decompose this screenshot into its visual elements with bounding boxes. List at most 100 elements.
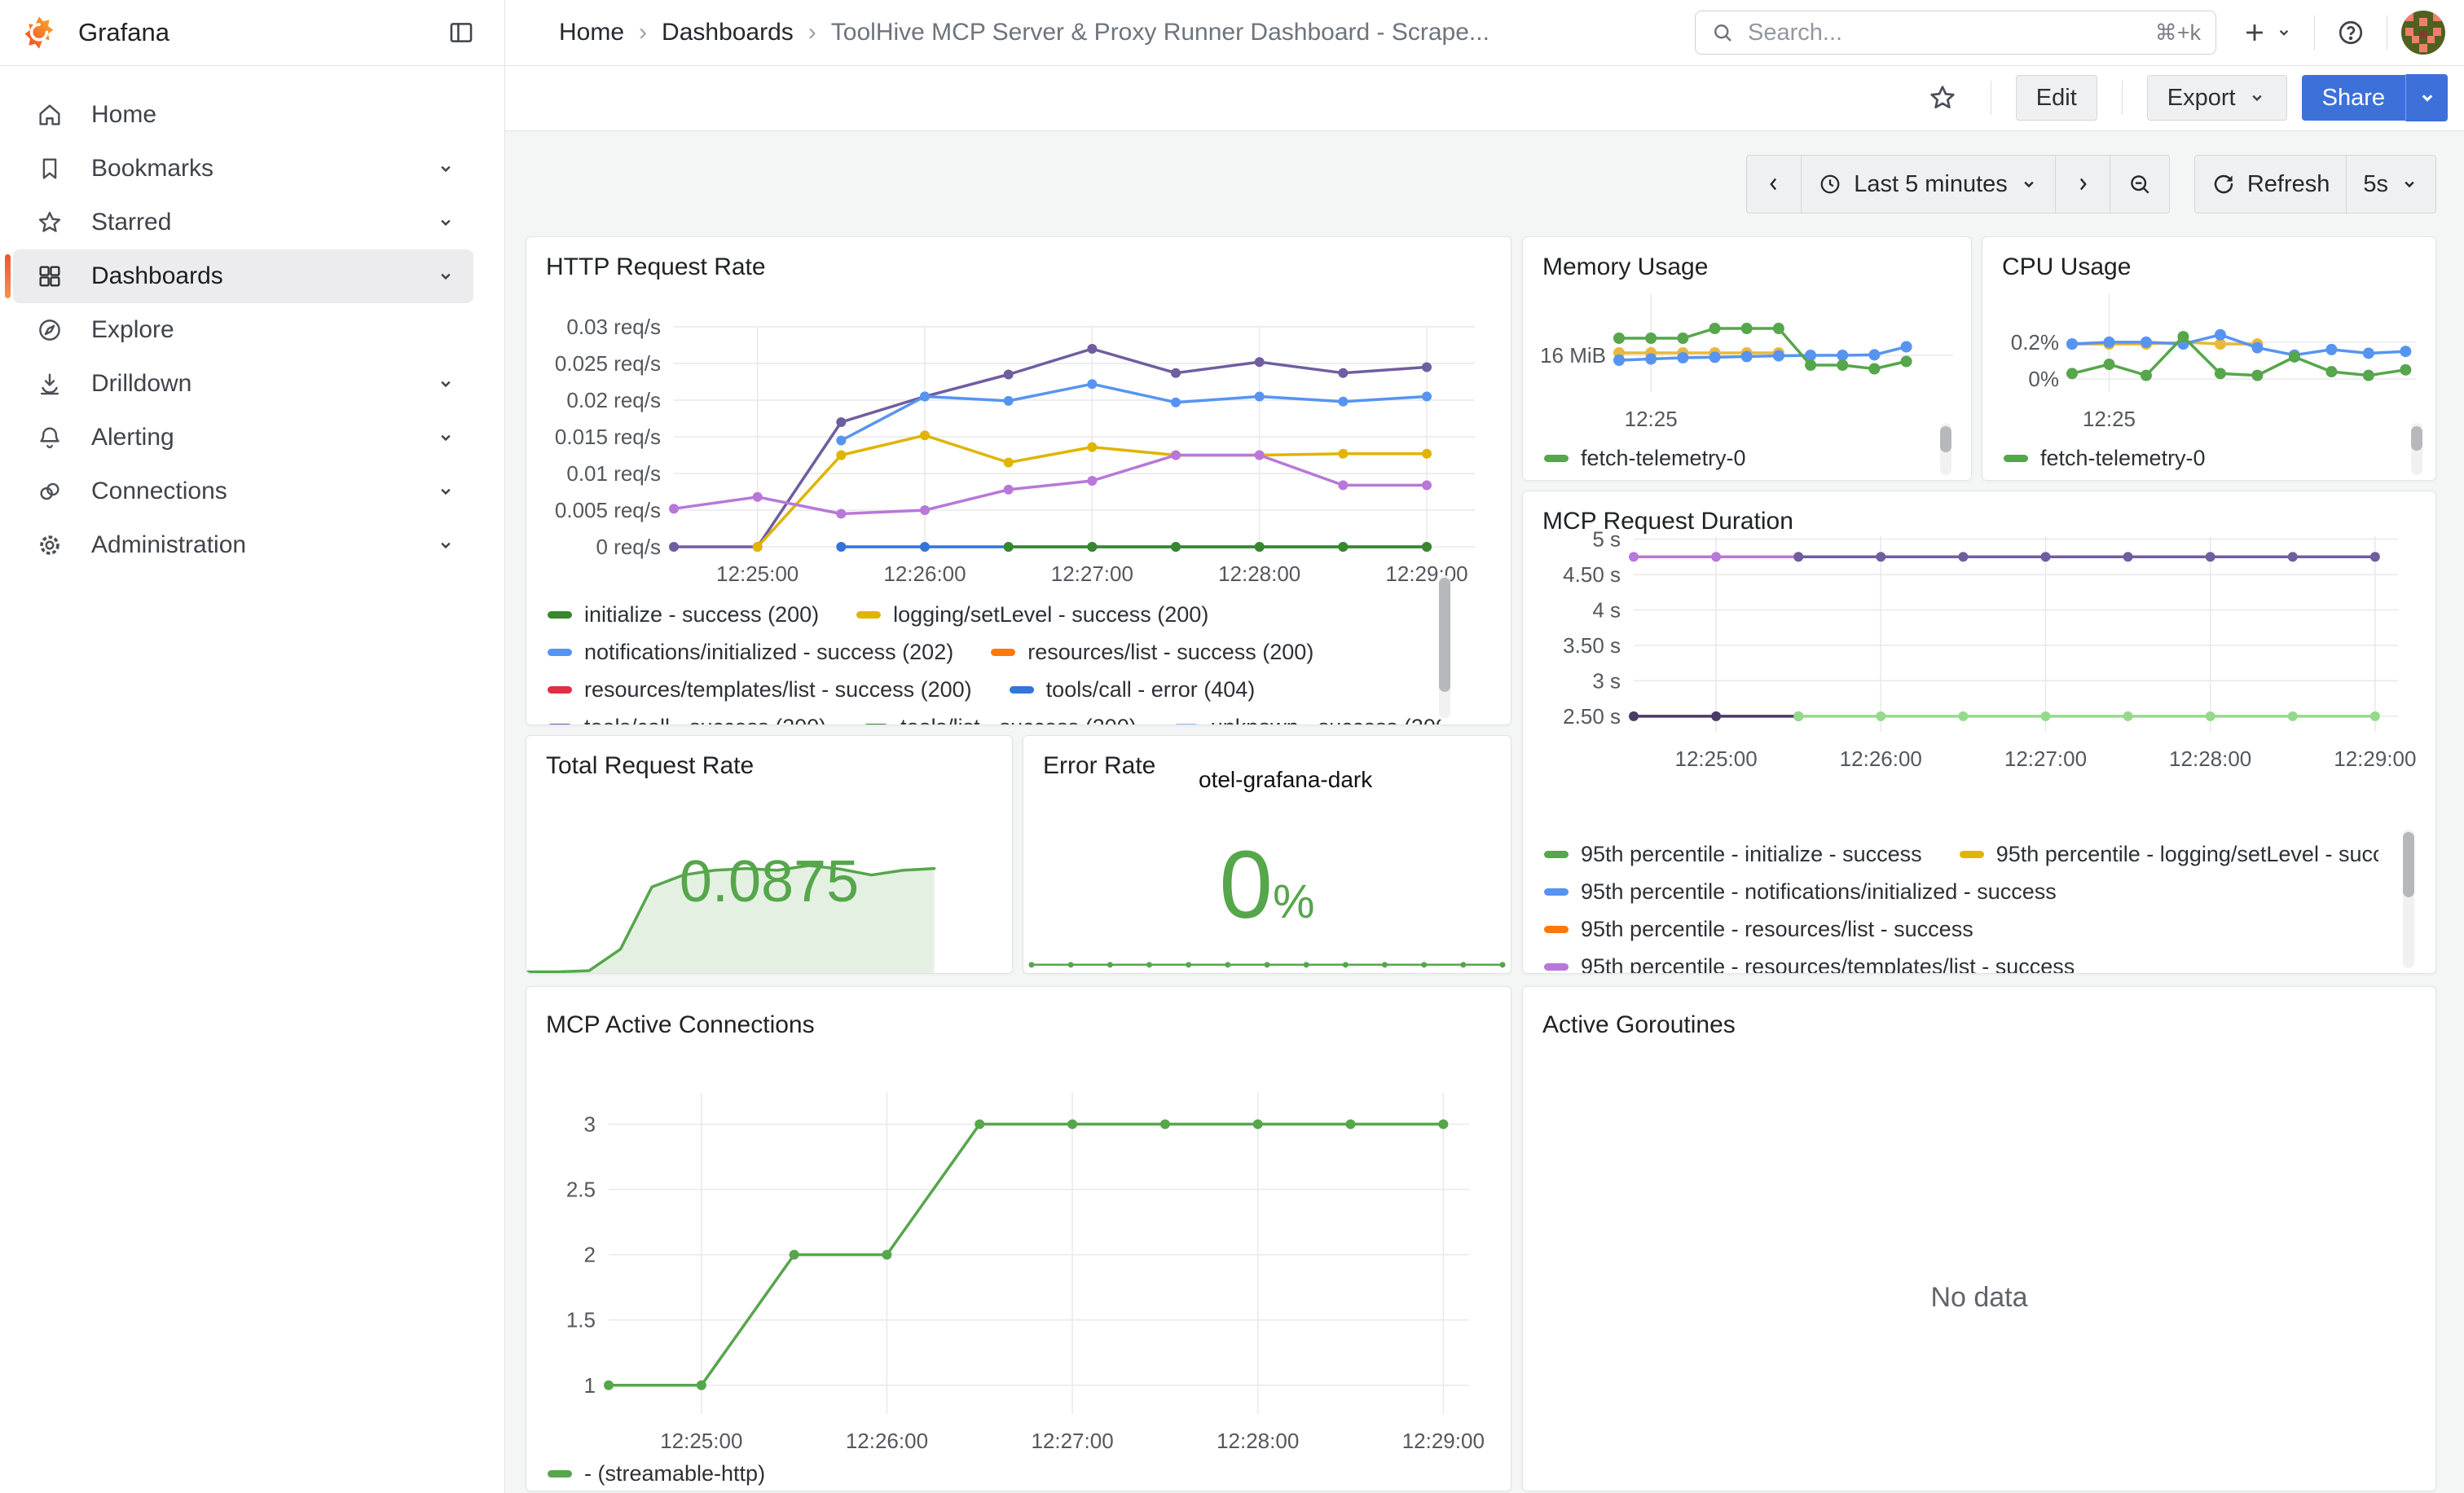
legend-scrollbar-thumb[interactable] (1940, 426, 1951, 452)
search-input[interactable] (1746, 19, 2144, 47)
legend-scrollbar-thumb[interactable] (1439, 578, 1450, 692)
svg-text:4 s: 4 s (1592, 597, 1621, 622)
series-color-chip (1544, 963, 1569, 971)
legend-label: 95th percentile - resources/list - succe… (1581, 917, 1973, 942)
svg-text:2.50 s: 2.50 s (1563, 704, 1621, 729)
sidebar-item-drilldown[interactable]: Drilldown (13, 357, 473, 411)
series-color-chip (1544, 888, 1569, 896)
svg-text:1: 1 (584, 1373, 596, 1398)
legend-item[interactable]: tools/call - success (200) (548, 715, 826, 726)
chevron-down-icon[interactable] (436, 428, 455, 447)
time-range-picker[interactable]: Last 5 minutes (1801, 155, 2056, 214)
grafana-logo[interactable] (21, 15, 57, 51)
legend-row: notifications/initialized - success (202… (548, 640, 1441, 664)
mcp-request-duration-chart[interactable]: 5 s4.50 s4 s3.50 s3 s2.50 s12:25:0012:26… (1536, 524, 2422, 801)
chevron-down-icon[interactable] (436, 482, 455, 501)
legend-item[interactable]: initialize - success (200) (548, 602, 819, 628)
legend-item[interactable]: tools/call - error (404) (1010, 677, 1256, 702)
svg-text:12:29:00: 12:29:00 (1402, 1429, 1485, 1453)
panel-title[interactable]: Active Goroutines (1523, 987, 2435, 1039)
panel-title[interactable]: HTTP Request Rate (526, 237, 1511, 281)
svg-text:0.02 req/s: 0.02 req/s (566, 388, 661, 412)
legend-item[interactable]: 95th percentile - notifications/initiali… (1544, 879, 2057, 905)
legend-item[interactable]: - (streamable-http) (548, 1461, 765, 1486)
legend-item[interactable]: 95th percentile - resources/templates/li… (1544, 954, 2075, 975)
error-rate-sparkline[interactable] (1028, 952, 1506, 971)
sidebar-item-explore[interactable]: Explore (13, 303, 473, 357)
sidebar-item-bookmarks[interactable]: Bookmarks (13, 142, 473, 196)
svg-text:0%: 0% (2028, 367, 2059, 391)
legend-scrollbar-thumb[interactable] (2411, 426, 2422, 451)
share-button[interactable]: Share (2302, 75, 2405, 121)
breadcrumb-dashboards[interactable]: Dashboards (662, 19, 794, 46)
panel-active-goroutines: Active Goroutines No data (1522, 986, 2436, 1491)
legend-item[interactable]: resources/list - success (200) (991, 640, 1313, 665)
zoom-out-button[interactable] (2110, 155, 2170, 214)
dock-sidebar-icon[interactable] (439, 10, 483, 55)
legend-label: - (streamable-http) (584, 1461, 765, 1486)
legend-label: unknown - success (200) (1211, 715, 1441, 726)
legend-row: fetch-telemetry-0 (1544, 446, 1922, 470)
refresh-button[interactable]: Refresh (2194, 155, 2347, 214)
legend-item[interactable]: fetch-telemetry-0 (1544, 446, 1746, 471)
error-rate-value: 0% (1023, 830, 1511, 940)
mcp-active-connections-chart[interactable]: 32.521.5112:25:0012:26:0012:27:0012:28:0… (539, 1068, 1498, 1491)
time-shift-forward-button[interactable] (2055, 155, 2110, 214)
legend-item[interactable]: 95th percentile - resources/list - succe… (1544, 917, 1973, 942)
legend-scrollbar-thumb[interactable] (2403, 832, 2414, 897)
help-icon[interactable] (2328, 10, 2374, 55)
panel-title[interactable]: Total Request Rate (526, 736, 1012, 780)
favorite-star-icon[interactable] (1919, 75, 1966, 121)
chevron-right-icon (2072, 174, 2093, 195)
chevron-down-icon (2400, 174, 2419, 194)
chart-svg: 0.2%0%12:25 (1991, 282, 2427, 437)
time-shift-back-button[interactable] (1746, 155, 1802, 214)
breadcrumb-home[interactable]: Home (559, 19, 624, 46)
legend-item[interactable]: tools/list - success (200) (864, 715, 1137, 726)
legend-item[interactable]: logging/setLevel - success (200) (856, 602, 1208, 628)
sidebar-item-label: Starred (91, 209, 171, 236)
legend-row: - (streamable-http) (548, 1461, 1462, 1486)
series-color-chip (1544, 851, 1569, 858)
svg-text:5 s: 5 s (1592, 526, 1621, 551)
chevron-down-icon[interactable] (436, 159, 455, 178)
refresh-interval-picker[interactable]: 5s (2346, 155, 2436, 214)
legend-label: fetch-telemetry-0 (1581, 446, 1746, 471)
add-button[interactable] (2233, 10, 2301, 55)
search-box[interactable]: ⌘+k (1695, 11, 2216, 55)
http-request-rate-chart[interactable]: 0.03 req/s0.025 req/s0.02 req/s0.015 req… (539, 315, 1499, 584)
connections-legend: - (streamable-http) (548, 1461, 1462, 1489)
svg-text:3 s: 3 s (1592, 668, 1621, 693)
brand-name: Grafana (78, 18, 169, 47)
svg-text:12:25:00: 12:25:00 (660, 1429, 742, 1453)
sidebar-item-connections[interactable]: Connections (13, 465, 473, 518)
sidebar-item-administration[interactable]: Administration (13, 518, 473, 572)
sidebar-item-home[interactable]: Home (13, 88, 473, 142)
legend-item[interactable]: notifications/initialized - success (202… (548, 640, 953, 665)
chevron-down-icon[interactable] (436, 374, 455, 394)
sidebar-item-alerting[interactable]: Alerting (13, 411, 473, 465)
svg-text:12:29:00: 12:29:00 (2334, 746, 2416, 771)
chevron-down-icon[interactable] (436, 213, 455, 232)
user-avatar[interactable] (2400, 10, 2446, 55)
share-dropdown-caret[interactable] (2405, 74, 2448, 121)
legend-item[interactable]: resources/templates/list - success (200) (548, 677, 972, 702)
breadcrumb-bar: Home › Dashboards › ToolHive MCP Server … (505, 0, 2464, 65)
memory-usage-chart[interactable]: 16 MiB12:25 (1531, 282, 1963, 437)
edit-button[interactable]: Edit (2016, 75, 2097, 121)
chevron-down-icon[interactable] (436, 266, 455, 286)
panel-title[interactable]: Memory Usage (1523, 237, 1971, 281)
panel-title[interactable]: MCP Active Connections (526, 987, 1511, 1039)
bookmark-icon (36, 155, 64, 183)
panel-title[interactable]: CPU Usage (1982, 237, 2435, 281)
chevron-down-icon[interactable] (436, 535, 455, 555)
sidebar-item-dashboards[interactable]: Dashboards (13, 249, 473, 303)
total-request-rate-value: 0.0875 (526, 848, 1012, 915)
legend-item[interactable]: 95th percentile - initialize - success (1544, 842, 1922, 867)
cpu-usage-chart[interactable]: 0.2%0%12:25 (1991, 282, 2427, 437)
legend-item[interactable]: unknown - success (200) (1174, 715, 1441, 726)
legend-item[interactable]: fetch-telemetry-0 (2004, 446, 2206, 471)
export-button[interactable]: Export (2147, 75, 2287, 121)
legend-item[interactable]: 95th percentile - logging/setLevel - suc… (1960, 842, 2378, 867)
sidebar-item-starred[interactable]: Starred (13, 196, 473, 249)
